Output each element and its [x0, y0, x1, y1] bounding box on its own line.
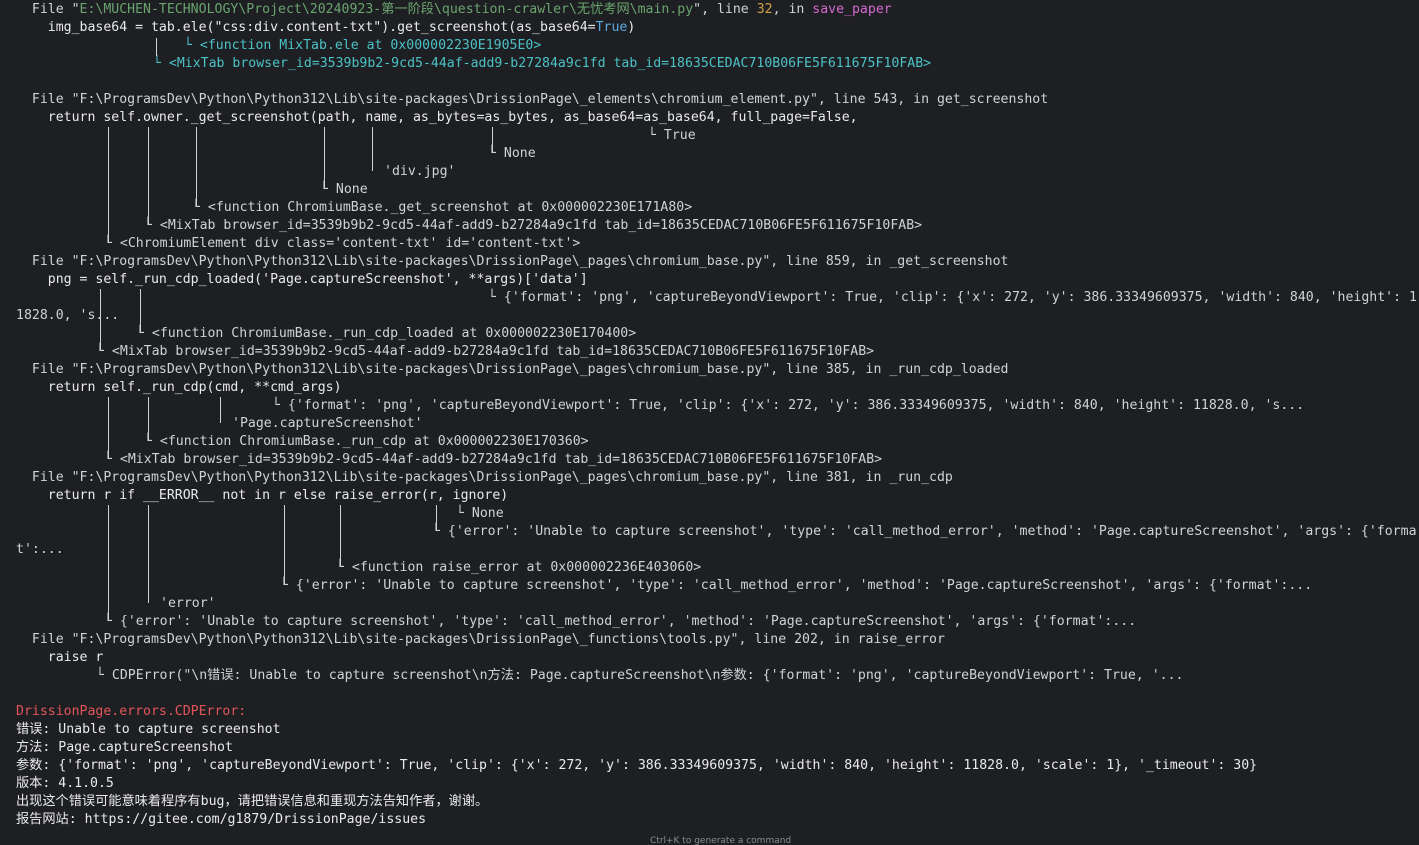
variable-annotation: └ <MixTab browser_id=3539b9b2-9cd5-44af-…	[153, 56, 932, 71]
traceback-text: , in	[772, 2, 813, 17]
generate-command-hint: Ctrl+K to generate a command	[650, 836, 792, 845]
variable-annotation: └ <MixTab browser_id=3539b9b2-9cd5-44af-…	[144, 218, 923, 233]
tree-connector	[340, 505, 341, 567]
variable-annotation: 'Page.captureScreenshot'	[232, 416, 423, 431]
tree-connector	[492, 127, 493, 153]
tree-connector	[108, 127, 109, 243]
tree-connector	[196, 127, 197, 207]
variable-annotation: └ {'error': 'Unable to capture screensho…	[432, 524, 1417, 539]
function-name: save_paper	[812, 2, 892, 17]
error-method: 方法: Page.captureScreenshot	[16, 740, 233, 755]
variable-annotation: └ None	[488, 146, 536, 161]
tree-connector	[436, 505, 437, 531]
tree-connector	[100, 289, 101, 351]
traceback-file-line: File "F:\ProgramsDev\Python\Python312\Li…	[16, 362, 1009, 377]
variable-annotation: 'error'	[160, 596, 216, 611]
variable-annotation: └ <function ChromiumBase._run_cdp at 0x0…	[144, 434, 589, 449]
variable-annotation-wrap: 1828.0, 's...	[16, 308, 120, 323]
tree-connector	[148, 505, 149, 603]
variable-annotation: └ {'error': 'Unable to capture screensho…	[104, 614, 1137, 629]
tree-connector	[108, 397, 109, 459]
code-text: img_base64 = tab.ele("css:div.content-tx…	[16, 20, 596, 35]
variable-annotation: └ {'format': 'png', 'captureBeyondViewpo…	[272, 398, 1305, 413]
traceback-file-line: File "F:\ProgramsDev\Python\Python312\Li…	[16, 254, 1009, 269]
code-line: png = self._run_cdp_loaded('Page.capture…	[16, 272, 588, 287]
variable-annotation: └ <MixTab browser_id=3539b9b2-9cd5-44af-…	[96, 344, 875, 359]
variable-annotation: └ <ChromiumElement div class='content-tx…	[104, 236, 581, 251]
variable-annotation: └ CDPError("\n错误: Unable to capture scre…	[96, 668, 1184, 683]
variable-annotation: └ <function MixTab.ele at 0x000002230E19…	[184, 38, 542, 53]
code-text: )	[627, 20, 636, 35]
traceback-file-line: File "F:\ProgramsDev\Python\Python312\Li…	[16, 632, 945, 647]
tree-connector	[156, 38, 157, 56]
tree-connector	[148, 127, 149, 225]
code-line: return self._run_cdp(cmd, **cmd_args)	[16, 380, 342, 395]
terminal-output[interactable]: File "E:\MUCHEN-TECHNOLOGY\Project\20240…	[0, 0, 1419, 845]
line-number: 32	[756, 2, 773, 17]
tree-connector	[324, 127, 325, 189]
variable-annotation: └ {'error': 'Unable to capture screensho…	[280, 578, 1313, 593]
error-args: 参数: {'format': 'png', 'captureBeyondView…	[16, 758, 1258, 773]
code-line: return self.owner._get_screenshot(path, …	[16, 110, 858, 125]
variable-annotation: └ None	[320, 182, 368, 197]
traceback-text: ", line	[693, 2, 757, 17]
tree-connector	[108, 505, 109, 621]
exception-name: DrissionPage.errors.CDPError:	[16, 704, 247, 719]
variable-annotation: └ <function raise_error at 0x000002236E4…	[336, 560, 702, 575]
variable-annotation: └ True	[648, 128, 696, 143]
tree-connector	[220, 397, 221, 423]
traceback-file-line: File "F:\ProgramsDev\Python\Python312\Li…	[16, 92, 1049, 107]
error-message: 错误: Unable to capture screenshot	[16, 722, 281, 737]
tree-connector	[284, 505, 285, 585]
variable-annotation: └ <function ChromiumBase._get_screenshot…	[192, 200, 693, 215]
code-line: raise r	[16, 650, 104, 665]
variable-annotation: └ <function ChromiumBase._run_cdp_loaded…	[136, 326, 637, 341]
tree-connector	[148, 397, 149, 441]
code-line: return r if __ERROR__ not in r else rais…	[16, 488, 509, 503]
error-advice: 出现这个错误可能意味着程序有bug，请把错误信息和重现方法告知作者，谢谢。	[16, 794, 489, 809]
variable-annotation-wrap: t':...	[16, 542, 64, 557]
traceback-text: File "	[16, 2, 80, 17]
code-line: img_base64 = tab.ele("css:div.content-tx…	[16, 19, 636, 37]
variable-annotation: └ <MixTab browser_id=3539b9b2-9cd5-44af-…	[104, 452, 883, 467]
error-version: 版本: 4.1.0.5	[16, 776, 114, 791]
variable-annotation: └ None	[456, 506, 504, 521]
file-path[interactable]: E:\MUCHEN-TECHNOLOGY\Project\20240923-第一…	[80, 2, 694, 17]
traceback-file-line: File "E:\MUCHEN-TECHNOLOGY\Project\20240…	[16, 1, 892, 19]
tree-connector	[140, 289, 141, 333]
traceback-file-line: File "F:\ProgramsDev\Python\Python312\Li…	[16, 470, 953, 485]
variable-annotation: └ {'format': 'png', 'captureBeyondViewpo…	[488, 290, 1417, 305]
variable-annotation: 'div.jpg'	[384, 164, 456, 179]
tree-connector	[372, 127, 373, 171]
keyword-true: True	[595, 20, 628, 35]
error-report-url[interactable]: 报告网站: https://gitee.com/g1879/DrissionPa…	[16, 811, 426, 829]
